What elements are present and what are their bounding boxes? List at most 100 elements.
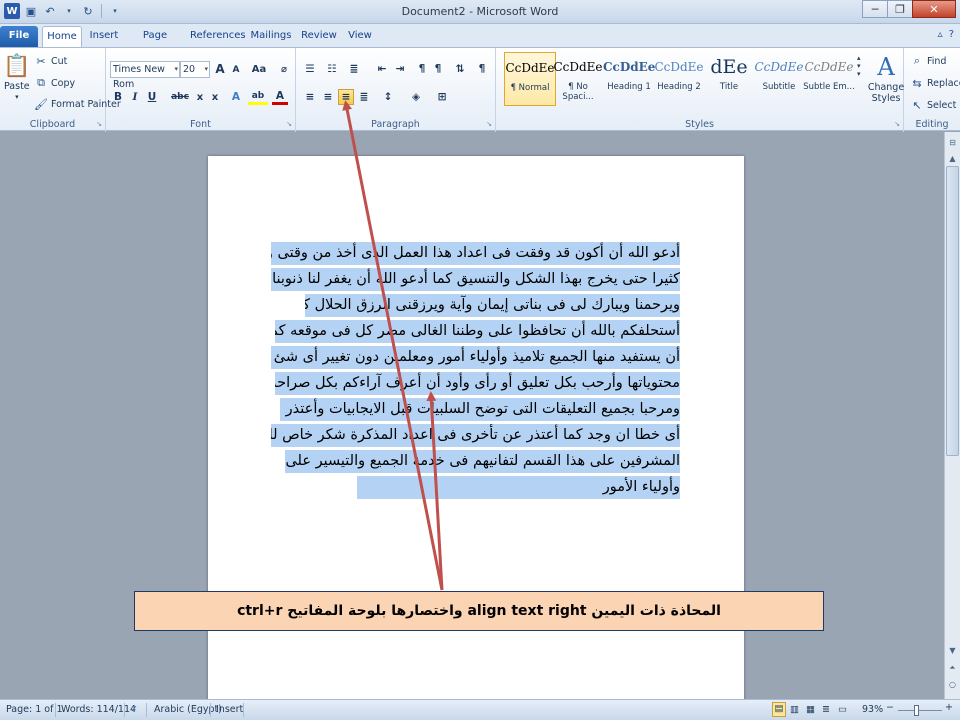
document-page[interactable]: أدعو الله أن أكون قد وفقت فى اعداد هذا ا…: [208, 156, 744, 716]
text-line[interactable]: المشرفين على هذا القسم لتفانيهم فى خدمة …: [285, 450, 680, 473]
tab-insert[interactable]: Insert: [86, 26, 122, 48]
find-button[interactable]: ⌕ Find: [910, 54, 947, 68]
shading-icon[interactable]: ◈: [408, 89, 424, 105]
chevron-down-icon[interactable]: ▾: [857, 62, 861, 70]
text-line[interactable]: ومرحبا بجميع التعليقات التى توضح السلبيا…: [280, 398, 680, 421]
proofing-icon[interactable]: ✓: [130, 704, 138, 715]
strikethrough-button[interactable]: abc: [170, 89, 190, 105]
ribbon-options: ▵ ?: [938, 29, 954, 40]
text-line[interactable]: ويرحمنا ويبارك لى فى بناتى إيمان وآية وي…: [305, 294, 680, 317]
text-line[interactable]: كثيرا حتى يخرج بهذا الشكل والتنسيق كما أ…: [271, 268, 680, 291]
clear-formatting-icon[interactable]: ⌀: [276, 61, 292, 77]
browse-object-icon[interactable]: ○: [945, 676, 960, 692]
zoom-level[interactable]: 93%: [862, 704, 883, 715]
numbering-icon[interactable]: ☷: [324, 61, 340, 77]
ltr-paragraph-icon[interactable]: ¶: [430, 61, 446, 77]
draft-icon[interactable]: ▭: [838, 704, 847, 715]
highlight-button[interactable]: ab: [248, 89, 268, 105]
line-spacing-icon[interactable]: ↕: [380, 89, 396, 105]
sort-icon[interactable]: ⇅: [452, 61, 468, 77]
tab-file[interactable]: File: [0, 26, 38, 48]
language-indicator[interactable]: Arabic (Egypt): [154, 704, 222, 715]
dialog-launcher-icon[interactable]: ↘: [286, 120, 292, 128]
minimize-ribbon-icon[interactable]: ▵: [938, 29, 943, 40]
italic-button[interactable]: I: [127, 89, 143, 105]
chevron-up-icon[interactable]: ▴: [857, 54, 861, 62]
tab-review[interactable]: Review: [300, 26, 338, 48]
help-icon[interactable]: ?: [949, 29, 954, 40]
multilevel-list-icon[interactable]: ≣: [346, 61, 362, 77]
zoom-slider-track[interactable]: [898, 710, 942, 711]
font-size-combo[interactable]: 20 ▾: [180, 61, 210, 78]
show-formatting-icon[interactable]: ¶: [474, 61, 490, 77]
style-heading-2[interactable]: CcDdEe Heading 2: [653, 52, 705, 106]
text-effects-button[interactable]: A: [228, 89, 244, 105]
style-subtitle[interactable]: CcDdEe Subtitle: [753, 52, 805, 106]
superscript-button[interactable]: x: [207, 89, 223, 105]
font-color-button[interactable]: A: [272, 89, 288, 105]
align-center-icon[interactable]: ≡: [320, 89, 336, 105]
underline-button[interactable]: U: [144, 89, 160, 105]
text-line[interactable]: أن يستفيد منها الجميع تلاميذ وأولياء أمو…: [271, 346, 680, 369]
replace-button[interactable]: ⇆ Replace: [910, 76, 960, 90]
text-line[interactable]: أى خطا ان وجد كما أعتذر عن تأخرى فى اعدا…: [271, 424, 680, 447]
scroll-down-icon[interactable]: ▼: [945, 642, 960, 658]
increase-indent-icon[interactable]: ⇥: [392, 61, 408, 77]
style-title[interactable]: dEe Title: [703, 52, 755, 106]
paste-button[interactable]: 📋 Paste ▾: [3, 52, 30, 102]
scroll-up-icon[interactable]: ▲: [945, 150, 960, 166]
text-line[interactable]: وأولياء الأمور: [357, 476, 680, 499]
zoom-slider-thumb[interactable]: [914, 705, 919, 716]
selected-paragraph[interactable]: أدعو الله أن أكون قد وفقت فى اعداد هذا ا…: [271, 242, 680, 526]
text-line[interactable]: أستحلفكم بالله أن تحافظوا على وطننا الغا…: [275, 320, 680, 343]
insert-mode[interactable]: Insert: [216, 704, 243, 715]
zoom-out-button[interactable]: −: [886, 702, 894, 713]
bold-button[interactable]: B: [110, 89, 126, 105]
style-no-spacing[interactable]: CcDdEe ¶ No Spaci...: [552, 52, 604, 106]
tab-mailings[interactable]: Mailings: [249, 26, 293, 48]
subscript-button[interactable]: x: [192, 89, 208, 105]
cut-button[interactable]: ✂ Cut: [34, 54, 67, 68]
font-group-label: Font: [190, 119, 211, 130]
style-subtle-emphasis[interactable]: CcDdEe Subtle Em...: [803, 52, 855, 106]
print-layout-icon[interactable]: ▤: [772, 702, 786, 717]
shrink-font-button[interactable]: A: [228, 62, 244, 78]
dialog-launcher-icon[interactable]: ↘: [486, 120, 492, 128]
gallery-scroll[interactable]: ▴ ▾ ▾: [857, 54, 861, 78]
tab-page-layout[interactable]: Page Layout: [126, 26, 184, 61]
more-icon[interactable]: ▾: [857, 70, 861, 78]
minimize-button[interactable]: ─: [862, 0, 888, 18]
dialog-launcher-icon[interactable]: ↘: [894, 120, 900, 128]
ruler-toggle-icon[interactable]: ⊟: [945, 134, 960, 150]
rtl-paragraph-icon[interactable]: ¶: [414, 61, 430, 77]
web-layout-icon[interactable]: ▦: [806, 704, 815, 715]
bullets-icon[interactable]: ☰: [302, 61, 318, 77]
outline-icon[interactable]: ≣: [822, 704, 830, 715]
select-button[interactable]: ↖ Select: [910, 98, 956, 112]
style-heading-1[interactable]: CcDdEe Heading 1: [603, 52, 655, 106]
vertical-scrollbar[interactable]: ⊟ ▲ ▼ ⏶ ○: [944, 132, 960, 699]
align-right-icon[interactable]: ≡: [338, 89, 354, 105]
text-line[interactable]: أدعو الله أن أكون قد وفقت فى اعداد هذا ا…: [271, 242, 680, 265]
change-case-button[interactable]: Aa: [248, 61, 270, 77]
font-name-combo[interactable]: Times New Rom ▾: [110, 61, 180, 90]
align-left-icon[interactable]: ≡: [302, 89, 318, 105]
tab-references[interactable]: References: [190, 26, 246, 48]
close-button[interactable]: ✕: [912, 0, 956, 18]
justify-icon[interactable]: ≣: [356, 89, 372, 105]
dialog-launcher-icon[interactable]: ↘: [96, 120, 102, 128]
tab-home[interactable]: Home: [42, 26, 82, 48]
scroll-thumb[interactable]: [946, 166, 959, 456]
full-screen-reading-icon[interactable]: ▥: [790, 704, 799, 715]
restore-button[interactable]: ❐: [887, 0, 913, 18]
tab-view[interactable]: View: [344, 26, 376, 48]
text-line[interactable]: محتوياتها وأرحب بكل تعليق أو رأى وأود أن…: [275, 372, 680, 395]
copy-button[interactable]: ⧉ Copy: [34, 76, 75, 90]
style-normal[interactable]: CcDdEe ¶ Normal: [504, 52, 556, 106]
zoom-in-button[interactable]: +: [945, 702, 953, 713]
borders-icon[interactable]: ⊞: [434, 89, 450, 105]
change-styles-button[interactable]: A Change Styles: [868, 52, 904, 104]
previous-page-icon[interactable]: ⏶: [945, 660, 960, 676]
grow-font-button[interactable]: A: [212, 61, 228, 77]
decrease-indent-icon[interactable]: ⇤: [374, 61, 390, 77]
